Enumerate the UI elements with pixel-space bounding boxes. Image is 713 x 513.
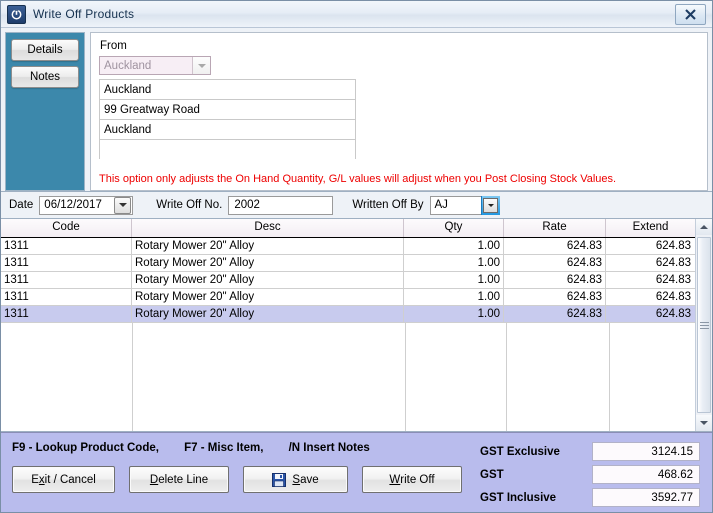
from-label: From <box>100 40 127 52</box>
action-buttons: Ex it / Cancel Delete Line Save Write Off <box>12 466 476 493</box>
sidebar-item-notes[interactable]: Notes <box>11 66 79 88</box>
grid-body: 1311 Rotary Mower 20" Alloy 1.00 624.83 … <box>1 238 695 431</box>
cell-extend: 624.83 <box>655 291 691 303</box>
column-header-desc[interactable]: Desc <box>132 219 404 237</box>
address-line-4[interactable] <box>99 139 356 159</box>
cell-rate: 624.83 <box>504 272 606 288</box>
write-off-products-window: Write Off Products Details Notes From Au… <box>0 0 713 513</box>
hint-f7: F7 - Misc Item, <box>184 442 264 454</box>
cell-extend: 624.83 <box>655 257 691 269</box>
cell-qty: 1.00 <box>404 306 504 322</box>
cell-code: 1311 <box>1 238 132 254</box>
cell-desc: Rotary Mower 20" Alloy <box>132 306 404 322</box>
from-panel: From Auckland Auckland 99 Greatway Road … <box>90 32 708 191</box>
written-off-by-label: Written Off By <box>352 199 424 211</box>
cell-code: 1311 <box>1 289 132 305</box>
scrollbar-thumb[interactable] <box>697 237 711 413</box>
cell-desc: Rotary Mower 20" Alloy <box>132 272 404 288</box>
date-value: 06/12/2017 <box>44 199 102 211</box>
grid-empty-area[interactable] <box>1 323 695 431</box>
total-row-gst-exclusive: GST Exclusive 3124.15 <box>480 441 700 462</box>
address-line-3[interactable]: Auckland <box>99 119 356 139</box>
table-row[interactable]: 1311 Rotary Mower 20" Alloy 1.00 624.83 … <box>1 238 695 255</box>
gst-inclusive-label: GST Inclusive <box>480 491 557 504</box>
cell-extend: 624.83 <box>655 240 691 252</box>
gst-value: 468.62 <box>592 465 700 484</box>
cell-code: 1311 <box>1 272 132 288</box>
table-row[interactable]: 1311 Rotary Mower 20" Alloy 1.00 624.83 … <box>1 272 695 289</box>
date-field[interactable]: 06/12/2017 <box>39 195 134 215</box>
total-row-gst-inclusive: GST Inclusive 3592.77 <box>480 487 700 508</box>
cell-qty: 1.00 <box>404 238 504 254</box>
sidebar: Details Notes <box>5 32 85 191</box>
calendar-chevron-down-icon[interactable] <box>114 196 132 214</box>
branch-combobox-value: Auckland <box>104 59 152 72</box>
written-off-by-chevron-down-icon[interactable] <box>480 195 500 215</box>
table-row[interactable]: 1311 Rotary Mower 20" Alloy 1.00 624.83 … <box>1 255 695 272</box>
footer-panel: F9 - Lookup Product Code, F7 - Misc Item… <box>1 432 712 512</box>
cell-rate: 624.83 <box>504 238 606 254</box>
warning-message: This option only adjusts the On Hand Qua… <box>99 173 617 185</box>
form-row: Date 06/12/2017 Write Off No. 2002 Writt… <box>1 191 712 219</box>
grid-vertical-scrollbar[interactable] <box>695 219 712 431</box>
table-row-selected[interactable]: 1311 Rotary Mower 20" Alloy 1.00 624.83 … <box>1 306 695 323</box>
scrollbar-track[interactable] <box>696 235 712 415</box>
hint-notes: /N Insert Notes <box>288 442 370 454</box>
cell-desc: Rotary Mower 20" Alloy <box>132 255 404 271</box>
line-items-grid: Code Desc Qty Rate Extend 1311 Rotary Mo… <box>1 219 712 432</box>
title-bar: Write Off Products <box>1 1 712 28</box>
cell-qty: 1.00 <box>404 272 504 288</box>
table-row[interactable]: 1311 Rotary Mower 20" Alloy 1.00 624.83 … <box>1 289 695 306</box>
cell-desc: Rotary Mower 20" Alloy <box>132 289 404 305</box>
written-off-by-value: AJ <box>434 199 448 211</box>
cell-qty: 1.00 <box>404 289 504 305</box>
cell-desc: Rotary Mower 20" Alloy <box>132 238 404 254</box>
address-line-1[interactable]: Auckland <box>99 79 356 99</box>
grid-header: Code Desc Qty Rate Extend <box>1 219 695 238</box>
column-header-extend[interactable]: Extend <box>606 219 695 237</box>
power-icon <box>7 4 26 24</box>
exit-cancel-button[interactable]: Ex it / Cancel <box>12 466 115 493</box>
cell-rate: 624.83 <box>504 255 606 271</box>
cell-extend: 624.83 <box>655 274 691 286</box>
upper-area: Details Notes From Auckland Auckland 99 … <box>1 28 712 191</box>
grip-icon <box>699 320 709 331</box>
address-line-2[interactable]: 99 Greatway Road <box>99 99 356 119</box>
keyboard-hints: F9 - Lookup Product Code, F7 - Misc Item… <box>12 442 392 454</box>
branch-combobox[interactable]: Auckland <box>99 56 211 75</box>
gst-exclusive-label: GST Exclusive <box>480 445 560 458</box>
write-off-button[interactable]: Write Off <box>362 466 462 493</box>
date-label: Date <box>9 199 34 211</box>
cell-code: 1311 <box>1 306 132 322</box>
gst-inclusive-value: 3592.77 <box>592 488 700 507</box>
cell-extend: 624.83 <box>655 308 691 320</box>
gst-label: GST <box>480 468 504 481</box>
cell-code: 1311 <box>1 255 132 271</box>
totals-panel: GST Exclusive 3124.15 GST 468.62 GST Inc… <box>480 441 700 510</box>
save-button[interactable]: Save <box>243 466 348 493</box>
chevron-down-icon[interactable] <box>192 57 210 74</box>
column-header-code[interactable]: Code <box>1 219 132 237</box>
grid-inner: Code Desc Qty Rate Extend 1311 Rotary Mo… <box>1 219 695 431</box>
cell-qty: 1.00 <box>404 255 504 271</box>
cell-rate: 624.83 <box>504 306 606 322</box>
total-row-gst: GST 468.62 <box>480 464 700 485</box>
gst-exclusive-value: 3124.15 <box>592 442 700 461</box>
column-header-qty[interactable]: Qty <box>404 219 504 237</box>
sidebar-item-details[interactable]: Details <box>11 39 79 61</box>
column-header-rate[interactable]: Rate <box>504 219 606 237</box>
window-title: Write Off Products <box>33 7 135 21</box>
close-button[interactable] <box>675 4 706 25</box>
delete-line-button[interactable]: Delete Line <box>129 466 229 493</box>
write-off-no-label: Write Off No. <box>156 199 223 211</box>
written-off-by-combobox[interactable]: AJ <box>429 195 500 215</box>
scroll-up-button[interactable] <box>696 219 712 235</box>
cell-rate: 624.83 <box>504 289 606 305</box>
floppy-disk-icon <box>272 472 287 487</box>
scroll-down-button[interactable] <box>696 415 712 431</box>
hint-f9: F9 - Lookup Product Code, <box>12 442 159 454</box>
write-off-no-input[interactable]: 2002 <box>228 195 334 215</box>
